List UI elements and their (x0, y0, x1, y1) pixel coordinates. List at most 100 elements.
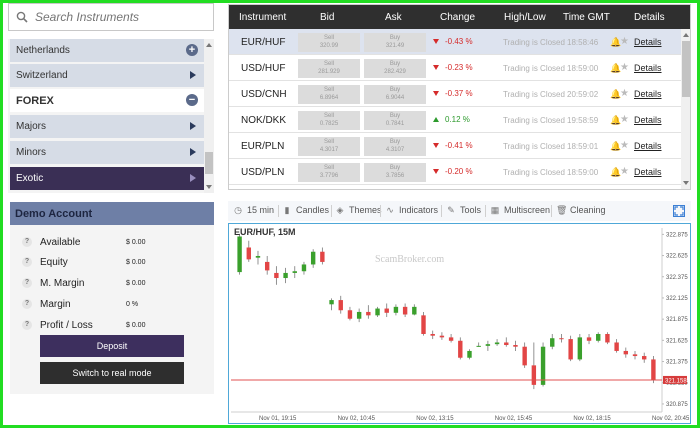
category-scrollbar[interactable] (204, 39, 214, 193)
candle-body (596, 333, 601, 341)
trash-icon: 🗑 (556, 205, 568, 215)
buy-button[interactable]: Buy 6.9044 (364, 85, 426, 104)
category-netherlands[interactable]: Netherlands + (10, 39, 204, 62)
change-value: 0.12 % (433, 115, 470, 124)
candle-body (577, 337, 583, 360)
sell-button[interactable]: Sell 0.7825 (298, 111, 360, 130)
star-icon[interactable]: ★ (620, 114, 629, 125)
category-forex[interactable]: FOREX − (10, 89, 204, 112)
star-icon[interactable]: ★ (620, 166, 629, 177)
star-icon[interactable]: ★ (620, 36, 629, 47)
scroll-down-icon[interactable] (683, 181, 689, 185)
quotes-scrollbar[interactable] (681, 29, 690, 189)
change-text: 0.12 % (445, 115, 470, 124)
table-row[interactable]: EUR/HUF Sell 320.99 Buy 321.49 -0.43 % Tra… (229, 29, 681, 55)
candlestick-chart[interactable]: 322.875 322.625 322.375 322.125 321.875 321.6… (229, 224, 690, 423)
high-low-status: Trading is Closed (503, 38, 565, 47)
category-majors[interactable]: Majors (10, 115, 204, 138)
candle-body (412, 306, 417, 315)
y-tick-label: 322.375 (666, 275, 688, 281)
help-icon[interactable]: ? (22, 257, 32, 267)
x-tick-label: Nov 02, 15:45 (495, 416, 533, 422)
arrow-down-icon (433, 91, 439, 96)
sell-button[interactable]: Sell 4.3017 (298, 137, 360, 156)
scroll-up-icon[interactable] (206, 43, 212, 47)
sell-button[interactable]: Sell 281.929 (298, 59, 360, 78)
toolbar-divider (331, 205, 332, 217)
cleaning-button[interactable]: 🗑 Cleaning (556, 205, 606, 215)
scroll-down-icon[interactable] (206, 185, 212, 189)
interval-selector[interactable]: ◷ 15 min (233, 205, 274, 215)
star-icon[interactable]: ★ (620, 62, 629, 73)
details-link[interactable]: Details (634, 63, 662, 73)
details-link[interactable]: Details (634, 141, 662, 151)
account-value: $ 0.00 (126, 321, 146, 329)
help-icon[interactable]: ? (22, 320, 32, 330)
change-text: -0.23 % (445, 63, 473, 72)
category-exotic[interactable]: Exotic (10, 167, 204, 190)
category-label: Majors (16, 121, 47, 132)
candle-body (329, 300, 334, 305)
scroll-thumb[interactable] (205, 152, 213, 174)
indicators-button[interactable]: ∿ Indicators (385, 205, 438, 215)
candle-body (375, 308, 380, 316)
high-low-status: Trading is Closed (503, 116, 565, 125)
candle-body (347, 310, 353, 319)
grid-icon: ▦ (490, 205, 500, 215)
candle-body (642, 356, 647, 360)
table-row[interactable]: USD/HUF Sell 281.929 Buy 282.429 -0.23 % T… (229, 55, 681, 81)
account-row-margin: ? Margin 0 % (10, 296, 210, 312)
table-row[interactable]: USD/CNH Sell 6.8964 Buy 6.9044 -0.37 % Tra… (229, 81, 681, 107)
scroll-thumb[interactable] (682, 41, 690, 97)
buy-button[interactable]: Buy 321.49 (364, 33, 426, 52)
chevron-right-icon (190, 71, 196, 79)
ask-price: 282.429 (384, 69, 406, 75)
ask-price: 0.7841 (385, 121, 405, 127)
change-value: -0.37 % (433, 89, 473, 98)
instrument-name: USD/PLN (241, 167, 285, 178)
candle-body (246, 247, 251, 260)
buy-label: Buy (389, 61, 401, 67)
help-icon[interactable]: ? (22, 237, 32, 247)
table-row[interactable]: USD/PLN Sell 3.7796 Buy 3.7856 -0.20 % Tra… (229, 159, 681, 185)
deposit-button[interactable]: Deposit (40, 335, 184, 357)
buy-button[interactable]: Buy 3.7856 (364, 163, 426, 182)
change-text: -0.43 % (445, 37, 473, 46)
star-icon[interactable]: ★ (620, 140, 629, 151)
table-row[interactable]: EUR/PLN Sell 4.3017 Buy 4.3107 -0.41 % Tra… (229, 133, 681, 159)
category-switzerland[interactable]: Switzerland (10, 64, 204, 87)
candles-button[interactable]: ▮ Candles (282, 205, 330, 215)
fullscreen-icon[interactable] (673, 205, 685, 217)
sell-button[interactable]: Sell 3.7796 (298, 163, 360, 182)
sell-button[interactable]: Sell 320.99 (298, 33, 360, 52)
category-minors[interactable]: Minors (10, 141, 204, 164)
details-link[interactable]: Details (634, 37, 662, 47)
sell-label: Sell (323, 165, 334, 171)
buy-button[interactable]: Buy 282.429 (364, 59, 426, 78)
search-box[interactable] (8, 3, 214, 31)
arrow-down-icon (433, 143, 439, 148)
expand-plus-icon[interactable]: + (186, 44, 198, 56)
star-icon[interactable]: ★ (620, 88, 629, 99)
help-icon[interactable]: ? (22, 299, 32, 309)
candle-body (384, 308, 389, 313)
price-chart[interactable]: 322.875 322.625 322.375 322.125 321.875 321.6… (228, 223, 691, 424)
switch-to-real-mode-button[interactable]: Switch to real mode (40, 362, 184, 384)
collapse-minus-icon[interactable]: − (186, 94, 198, 106)
demo-account-panel: Demo Account ? Available $ 0.00 ? Equity… (10, 202, 214, 394)
buy-button[interactable]: Buy 0.7841 (364, 111, 426, 130)
details-link[interactable]: Details (634, 89, 662, 99)
buy-button[interactable]: Buy 4.3107 (364, 137, 426, 156)
search-input[interactable] (35, 10, 205, 24)
multiscreen-button[interactable]: ▦ Multiscreen (490, 205, 550, 215)
help-icon[interactable]: ? (22, 278, 32, 288)
candle-body (632, 354, 638, 357)
ask-price: 6.9044 (385, 95, 405, 101)
table-row[interactable]: NOK/DKK Sell 0.7825 Buy 0.7841 0.12 % Trad… (229, 107, 681, 133)
sell-button[interactable]: Sell 6.8964 (298, 85, 360, 104)
details-link[interactable]: Details (634, 167, 662, 177)
tools-button[interactable]: ✎ Tools (446, 205, 481, 215)
scroll-up-icon[interactable] (683, 33, 689, 37)
themes-button[interactable]: ◈ Themes (335, 205, 382, 215)
details-link[interactable]: Details (634, 115, 662, 125)
